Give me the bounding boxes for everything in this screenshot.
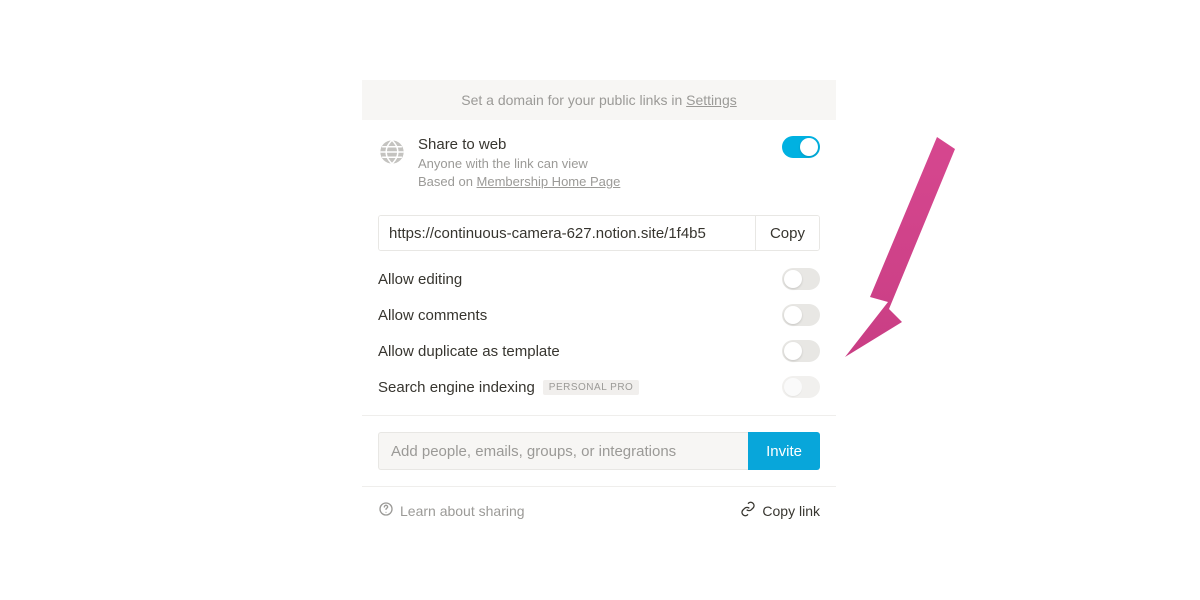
- globe-icon: [378, 138, 406, 166]
- option-allow-duplicate: Allow duplicate as template: [362, 333, 836, 369]
- share-panel: Set a domain for your public links in Se…: [362, 80, 836, 520]
- copylink-text: Copy link: [762, 503, 820, 519]
- copy-url-button[interactable]: Copy: [755, 216, 819, 250]
- option-label: Allow comments: [378, 307, 487, 324]
- share-to-web-toggle[interactable]: [782, 136, 820, 158]
- personal-pro-badge: PERSONAL PRO: [543, 380, 640, 395]
- domain-banner-text: Set a domain for your public links in: [461, 92, 686, 108]
- share-title: Share to web: [418, 136, 770, 153]
- option-search-indexing: Search engine indexing PERSONAL PRO: [362, 369, 836, 405]
- learn-sharing-link[interactable]: Learn about sharing: [378, 501, 525, 520]
- annotation-arrow-icon: [845, 127, 965, 372]
- public-url-row: Copy: [378, 215, 820, 251]
- option-label: Search engine indexing: [378, 379, 535, 396]
- allow-duplicate-toggle[interactable]: [782, 340, 820, 362]
- copy-link-button[interactable]: Copy link: [740, 501, 820, 520]
- invite-button[interactable]: Invite: [748, 432, 820, 470]
- share-header: Share to web Anyone with the link can vi…: [378, 136, 820, 191]
- footer: Learn about sharing Copy link: [362, 486, 836, 520]
- based-link[interactable]: Membership Home Page: [477, 174, 621, 189]
- option-label: Allow editing: [378, 271, 462, 288]
- link-icon: [740, 501, 756, 520]
- option-label: Allow duplicate as template: [378, 343, 560, 360]
- option-allow-editing: Allow editing: [362, 261, 836, 297]
- share-to-web-section: Share to web Anyone with the link can vi…: [362, 120, 836, 201]
- share-subtitle: Anyone with the link can view: [418, 155, 770, 173]
- share-text: Share to web Anyone with the link can vi…: [418, 136, 770, 191]
- based-prefix: Based on: [418, 174, 477, 189]
- allow-comments-toggle[interactable]: [782, 304, 820, 326]
- help-icon: [378, 501, 394, 520]
- invite-input[interactable]: [378, 432, 748, 470]
- domain-banner: Set a domain for your public links in Se…: [362, 80, 836, 120]
- divider: [362, 415, 836, 416]
- share-based-on: Based on Membership Home Page: [418, 173, 770, 191]
- option-allow-comments: Allow comments: [362, 297, 836, 333]
- invite-row: Invite: [378, 432, 820, 470]
- allow-editing-toggle[interactable]: [782, 268, 820, 290]
- search-indexing-toggle: [782, 376, 820, 398]
- learn-text: Learn about sharing: [400, 503, 525, 519]
- settings-link[interactable]: Settings: [686, 92, 737, 108]
- public-url-input[interactable]: [379, 216, 755, 250]
